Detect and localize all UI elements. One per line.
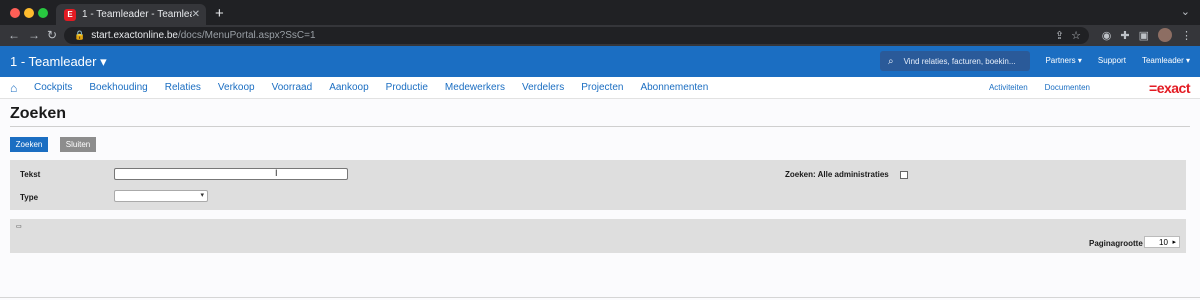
- menu-item-abonnementen[interactable]: Abonnementen: [640, 82, 708, 93]
- global-search-input[interactable]: ⌕ Vind relaties, facturen, boekin...: [880, 51, 1030, 71]
- menu-item-cockpits[interactable]: Cockpits: [34, 82, 72, 93]
- results-panel: ▭ Paginagrootte 10 ▸: [10, 219, 1186, 253]
- close-tab-icon[interactable]: ✕: [192, 9, 200, 20]
- main-menu: ⌂ Cockpits Boekhouding Relaties Verkoop …: [0, 77, 1200, 99]
- page-size-select[interactable]: 10 ▸: [1144, 236, 1180, 248]
- activiteiten-link[interactable]: Activiteiten: [989, 83, 1028, 92]
- extensions-puzzle-icon[interactable]: ✚: [1120, 29, 1129, 42]
- profile-avatar[interactable]: [1158, 28, 1172, 42]
- search-button[interactable]: Zoeken: [10, 137, 48, 152]
- page-title: Zoeken: [10, 105, 67, 122]
- reload-icon[interactable]: ↻: [47, 28, 57, 42]
- maximize-window-button[interactable]: [38, 8, 48, 18]
- tab-title: 1 - Teamleader - Teamleader: [82, 9, 192, 20]
- footer-divider: [0, 297, 1200, 298]
- menu-item-relaties[interactable]: Relaties: [165, 82, 201, 93]
- company-switcher[interactable]: 1 - Teamleader ▾: [10, 54, 107, 70]
- side-panel-icon[interactable]: ▣: [1139, 29, 1149, 42]
- support-link[interactable]: Support: [1098, 56, 1126, 65]
- exact-logo: =exact: [1149, 80, 1190, 96]
- menu-item-boekhouding[interactable]: Boekhouding: [89, 82, 147, 93]
- search-criteria-panel: Tekst I Zoeken: Alle administraties Type…: [10, 160, 1186, 210]
- browser-tab-bar: E 1 - Teamleader - Teamleader ✕ + ⌄: [0, 0, 1200, 25]
- share-icon[interactable]: ⇪: [1055, 29, 1064, 42]
- search-icon: ⌕: [888, 55, 894, 67]
- chevron-right-icon: ▸: [1172, 239, 1176, 246]
- type-label: Type: [20, 193, 39, 202]
- bookmark-star-icon[interactable]: ☆: [1071, 29, 1081, 42]
- text-search-input[interactable]: I: [114, 168, 348, 180]
- exact-favicon-icon: E: [64, 8, 76, 21]
- menu-item-aankoop[interactable]: Aankoop: [329, 82, 368, 93]
- url-field[interactable]: 🔒 start.exactonline.be /docs/MenuPortal.…: [64, 27, 1089, 44]
- text-cursor-icon: I: [275, 168, 278, 178]
- documenten-link[interactable]: Documenten: [1045, 83, 1090, 92]
- back-icon[interactable]: ←: [8, 28, 20, 42]
- home-icon[interactable]: ⌂: [10, 81, 17, 95]
- url-path: /docs/MenuPortal.aspx?SsC=1: [177, 30, 316, 41]
- close-button[interactable]: Sluiten: [60, 137, 96, 152]
- browser-tab[interactable]: E 1 - Teamleader - Teamleader ✕: [56, 4, 206, 25]
- menu-item-projecten[interactable]: Projecten: [581, 82, 623, 93]
- forward-icon[interactable]: →: [28, 28, 40, 42]
- browser-menu-icon[interactable]: ⋮: [1181, 29, 1192, 42]
- close-window-button[interactable]: [10, 8, 20, 18]
- all-admin-label: Zoeken: Alle administraties: [785, 170, 889, 179]
- tab-search-chevron-icon[interactable]: ⌄: [1181, 5, 1190, 18]
- menu-item-voorraad[interactable]: Voorraad: [272, 82, 313, 93]
- title-divider: [10, 126, 1190, 127]
- browser-address-bar: ← → ↻ 🔒 start.exactonline.be /docs/MenuP…: [0, 25, 1200, 46]
- page-size-label: Paginagrootte: [1089, 239, 1143, 248]
- text-label: Tekst: [20, 170, 41, 179]
- partners-menu[interactable]: Partners ▾: [1045, 56, 1081, 65]
- options-icon[interactable]: ▭: [16, 223, 22, 230]
- app-header: 1 - Teamleader ▾ ⌕ Vind relaties, factur…: [0, 46, 1200, 77]
- menu-item-verdelers[interactable]: Verdelers: [522, 82, 564, 93]
- url-host: start.exactonline.be: [91, 30, 178, 41]
- search-placeholder: Vind relaties, facturen, boekin...: [903, 56, 1016, 66]
- chevron-down-icon: ▾: [200, 192, 204, 199]
- minimize-window-button[interactable]: [24, 8, 34, 18]
- type-select[interactable]: ▾: [114, 190, 208, 202]
- extension-1password-icon[interactable]: ◉: [1102, 29, 1112, 42]
- user-menu[interactable]: Teamleader ▾: [1142, 56, 1190, 65]
- menu-item-productie[interactable]: Productie: [386, 82, 428, 93]
- menu-item-medewerkers[interactable]: Medewerkers: [445, 82, 505, 93]
- all-admin-checkbox[interactable]: [900, 171, 908, 179]
- lock-icon: 🔒: [74, 30, 86, 40]
- page-size-value: 10: [1159, 237, 1168, 247]
- new-tab-icon[interactable]: +: [215, 5, 224, 22]
- menu-item-verkoop[interactable]: Verkoop: [218, 82, 255, 93]
